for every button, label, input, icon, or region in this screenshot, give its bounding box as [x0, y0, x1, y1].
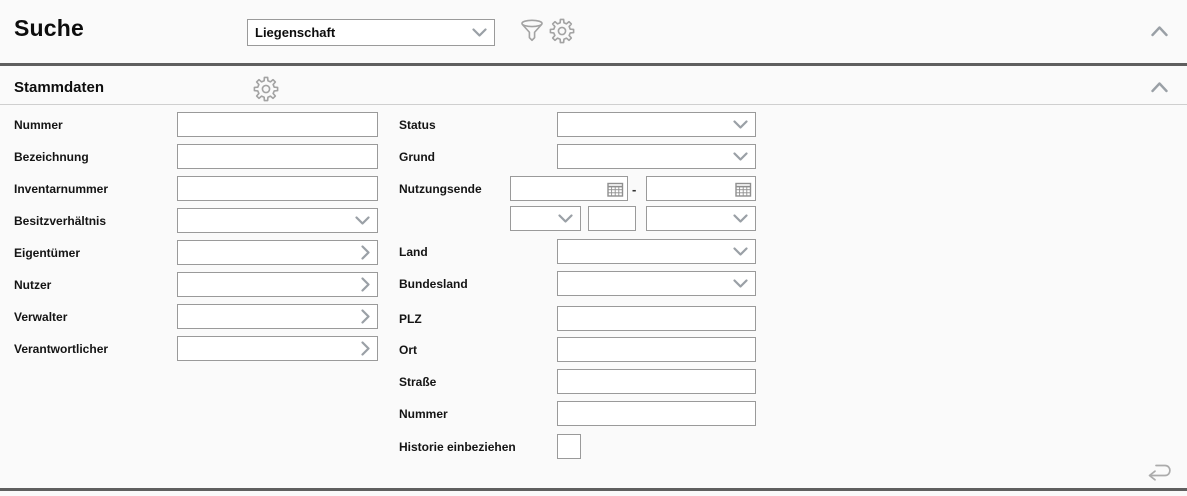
gear-icon[interactable]	[252, 75, 280, 103]
chevron-right-icon	[361, 245, 370, 260]
grund-select[interactable]	[557, 144, 756, 169]
besitzverhaeltnis-select[interactable]	[177, 208, 378, 233]
nutzer-picker[interactable]	[177, 272, 378, 297]
bundesland-select[interactable]	[557, 271, 756, 296]
field-label-besitzverhaeltnis: Besitzverhältnis	[14, 214, 107, 228]
chevron-down-icon	[733, 279, 748, 288]
field-label-nutzer: Nutzer	[14, 278, 52, 292]
chevron-down-icon	[558, 214, 573, 223]
inventarnummer-input[interactable]	[177, 176, 378, 201]
field-label-grund: Grund	[399, 150, 435, 164]
search-type-select[interactable]: Liegenschaft	[247, 19, 495, 46]
header-divider	[0, 63, 1187, 66]
chevron-up-icon[interactable]	[1148, 24, 1170, 38]
date-range-separator: -	[632, 182, 637, 197]
nutzungsende-from-input[interactable]	[511, 177, 607, 200]
nutzungsende-relative-unit-select[interactable]	[510, 206, 581, 231]
page-title: Suche	[14, 15, 85, 41]
chevron-down-icon	[355, 216, 370, 225]
chevron-right-icon	[361, 309, 370, 324]
return-icon[interactable]	[1142, 458, 1176, 484]
strasse-input[interactable]	[557, 369, 756, 394]
plz-input[interactable]	[557, 306, 756, 331]
chevron-down-icon	[472, 28, 487, 37]
field-label-inventarnummer: Inventarnummer	[14, 182, 109, 196]
field-label-strasse: Straße	[399, 375, 437, 389]
search-panel: Suche Liegenschaft Stammdaten Nummer Bez…	[0, 0, 1187, 496]
bezeichnung-input[interactable]	[177, 144, 378, 169]
field-label-bundesland: Bundesland	[399, 277, 468, 291]
section-divider	[0, 104, 1187, 105]
hausnummer-input[interactable]	[557, 401, 756, 426]
field-label-nummer: Nummer	[14, 118, 63, 132]
chevron-down-icon	[733, 247, 748, 256]
verantwortlicher-picker[interactable]	[177, 336, 378, 361]
status-select[interactable]	[557, 112, 756, 137]
nutzungsende-relative-period-select[interactable]	[646, 206, 756, 231]
field-label-historie-einbeziehen: Historie einbeziehen	[399, 440, 516, 454]
filter-icon[interactable]	[518, 16, 546, 46]
field-label-plz: PLZ	[399, 312, 422, 326]
field-label-status: Status	[399, 118, 436, 132]
ort-input[interactable]	[557, 337, 756, 362]
nutzungsende-from-field	[510, 176, 628, 201]
nutzungsende-to-input[interactable]	[647, 177, 735, 200]
chevron-down-icon	[733, 214, 748, 223]
calendar-icon[interactable]	[735, 181, 752, 197]
nutzungsende-to-field	[646, 176, 756, 201]
gear-icon[interactable]	[548, 17, 576, 45]
section-title: Stammdaten	[14, 79, 105, 96]
historie-einbeziehen-checkbox[interactable]	[557, 434, 581, 459]
chevron-down-icon	[733, 152, 748, 161]
verwalter-picker[interactable]	[177, 304, 378, 329]
field-label-bezeichnung: Bezeichnung	[14, 150, 89, 164]
chevron-up-icon[interactable]	[1148, 80, 1170, 94]
footer-divider	[0, 488, 1187, 491]
nutzungsende-relative-amount-input[interactable]	[588, 206, 636, 231]
chevron-right-icon	[361, 341, 370, 356]
field-label-land: Land	[399, 245, 428, 259]
chevron-right-icon	[361, 277, 370, 292]
field-label-verantwortlicher: Verantwortlicher	[14, 342, 109, 356]
field-label-verwalter: Verwalter	[14, 310, 68, 324]
search-type-value: Liegenschaft	[255, 25, 336, 40]
nummer-input[interactable]	[177, 112, 378, 137]
field-label-ort: Ort	[399, 343, 417, 357]
calendar-icon[interactable]	[607, 181, 624, 197]
field-label-nutzungsende: Nutzungsende	[399, 182, 482, 196]
chevron-down-icon	[733, 120, 748, 129]
eigentuemer-picker[interactable]	[177, 240, 378, 265]
field-label-eigentuemer: Eigentümer	[14, 246, 81, 260]
land-select[interactable]	[557, 239, 756, 264]
field-label-hausnummer: Nummer	[399, 407, 448, 421]
